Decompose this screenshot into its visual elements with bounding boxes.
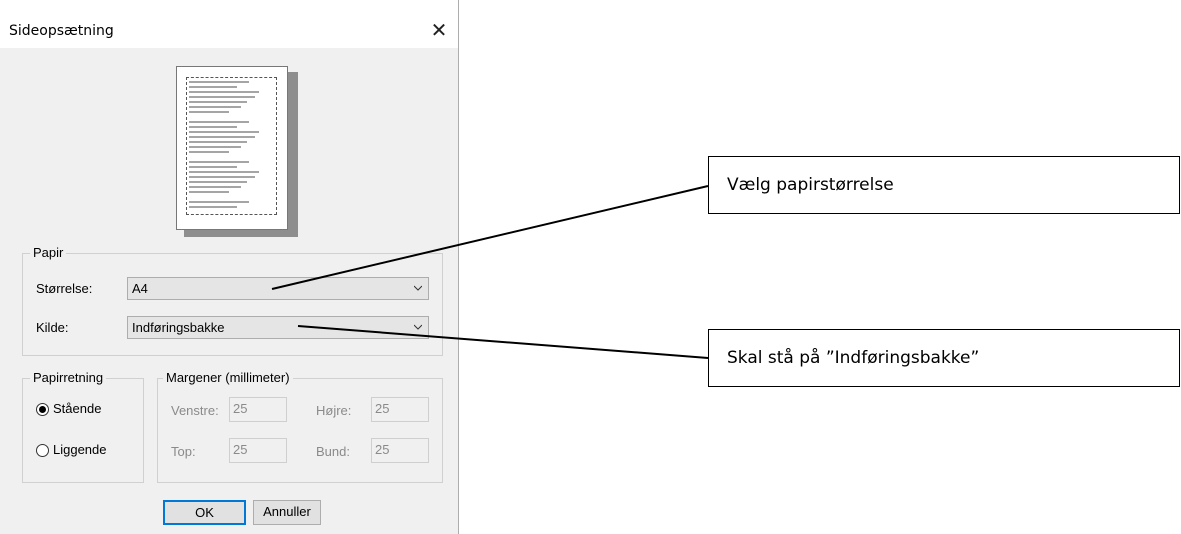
callout-paper-size: Vælg papirstørrelse [708,156,1180,214]
leader-line-size [271,185,709,290]
callout-paper-source: Skal stå på ”Indføringsbakke” [708,329,1180,387]
leader-line-source [297,325,709,359]
callout-leader-lines [271,185,709,359]
